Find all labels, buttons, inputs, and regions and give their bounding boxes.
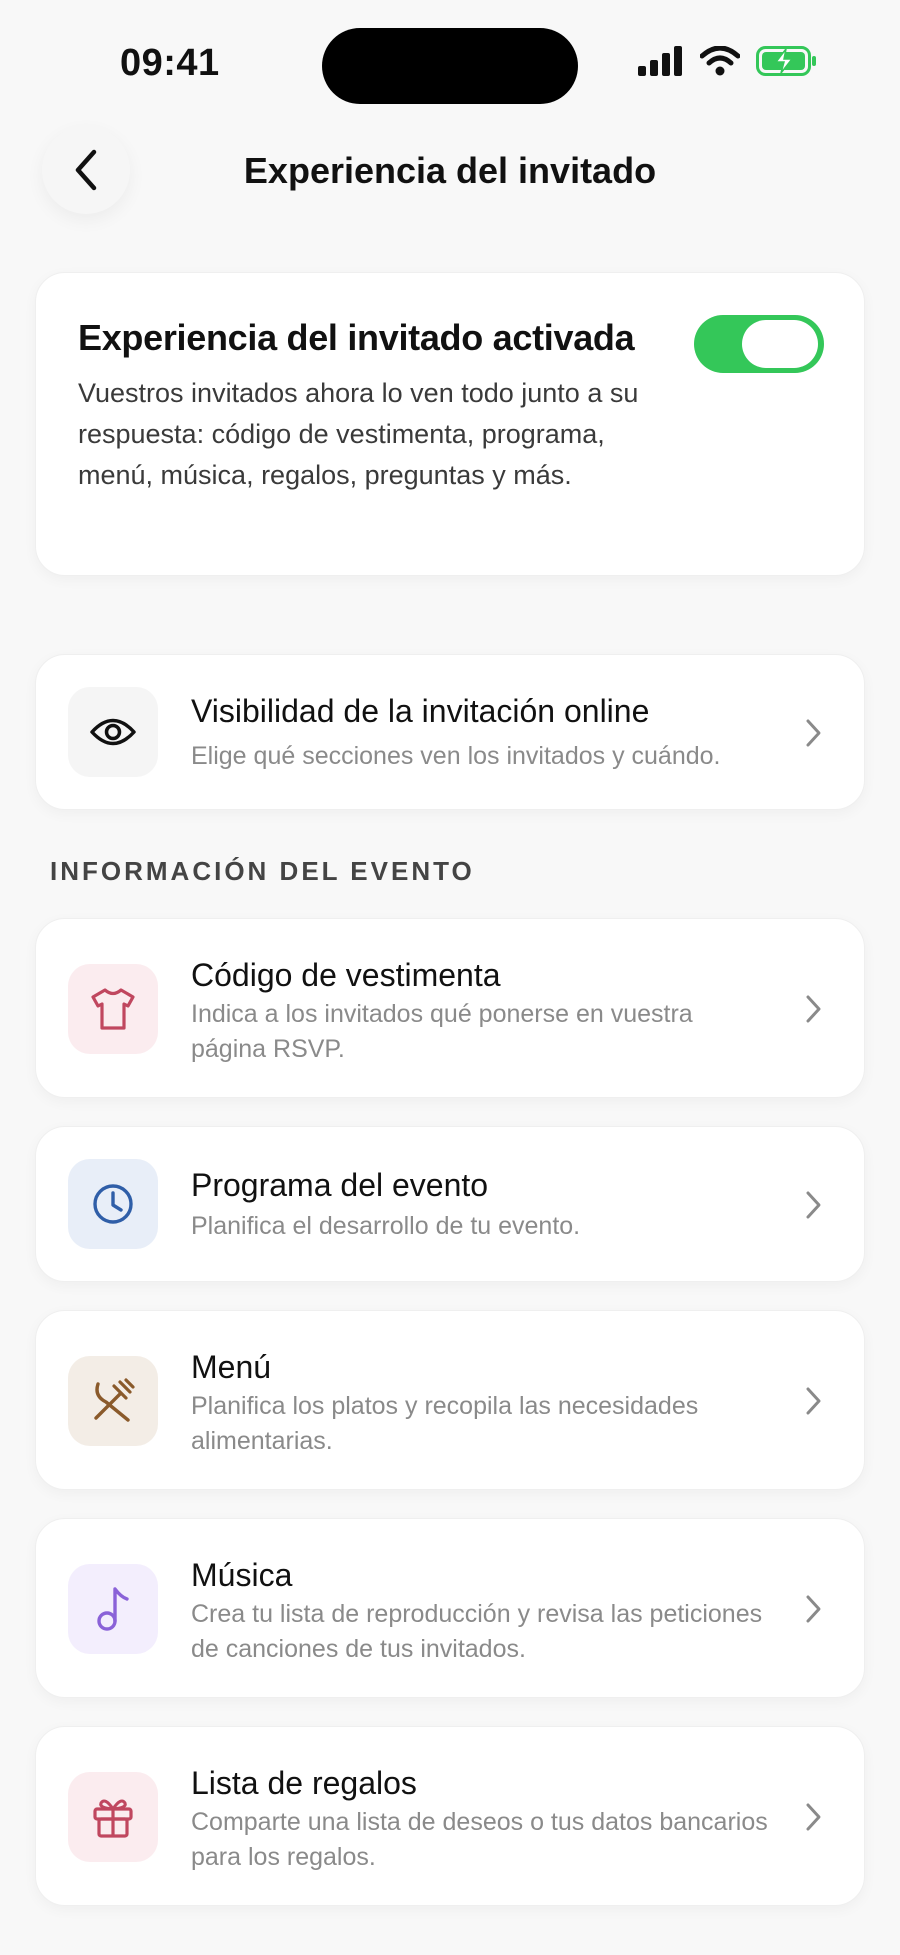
screen: 09:41 Experiencia del invitado Experienc… — [0, 0, 900, 1955]
signal-icon — [638, 46, 682, 76]
status-time: 09:41 — [120, 42, 220, 84]
list-item-dress-code[interactable]: Código de vestimenta Indica a los invita… — [35, 918, 865, 1098]
guest-experience-toggle[interactable] — [694, 315, 824, 373]
row-title: Música — [191, 1557, 293, 1593]
gifts-icon-tile — [68, 1772, 158, 1862]
list-item-program[interactable]: Programa del evento Planifica el desarro… — [35, 1126, 865, 1282]
chevron-right-icon — [806, 719, 821, 747]
wifi-icon — [700, 46, 740, 76]
row-title: Lista de regalos — [191, 1765, 417, 1801]
gift-icon — [93, 1799, 133, 1838]
row-subtitle: Planifica los platos y recopila las nece… — [191, 1392, 699, 1455]
guest-experience-card: Experiencia del invitado activada Vuestr… — [35, 272, 865, 576]
list-item-gifts[interactable]: Lista de regalos Comparte una lista de d… — [35, 1726, 865, 1906]
row-subtitle: Comparte una lista de deseos o tus datos… — [191, 1808, 768, 1871]
status-bar: 09:41 — [0, 0, 900, 120]
row-subtitle: Crea tu lista de reproducción y revisa l… — [191, 1600, 763, 1663]
visibility-icon-tile — [68, 687, 158, 777]
row-title: Código de vestimenta — [191, 957, 501, 993]
menu-icon-tile — [68, 1356, 158, 1446]
row-title: Programa del evento — [191, 1167, 489, 1203]
header: Experiencia del invitado — [0, 120, 900, 220]
music-icon-tile — [68, 1564, 158, 1654]
hero-description: Vuestros invitados ahora lo ven todo jun… — [78, 378, 639, 490]
chevron-right-icon — [806, 1595, 821, 1623]
row-subtitle: Elige qué secciones ven los invitados y … — [191, 742, 721, 770]
row-title: Menú — [191, 1349, 272, 1385]
chevron-right-icon — [806, 995, 821, 1023]
section-label: INFORMACIÓN DEL EVENTO — [50, 856, 475, 886]
row-subtitle: Planifica el desarrollo de tu evento. — [191, 1212, 581, 1240]
status-icons — [638, 46, 818, 76]
hero-title: Experiencia del invitado activada — [78, 317, 635, 358]
page-title: Experiencia del invitado — [243, 150, 657, 191]
utensils-icon — [94, 1378, 135, 1422]
visibility-row[interactable]: Visibilidad de la invitación online Elig… — [35, 654, 865, 810]
shirt-icon — [91, 988, 135, 1030]
dynamic-island — [322, 28, 578, 104]
eye-icon — [90, 718, 136, 746]
list-item-music[interactable]: Música Crea tu lista de reproducción y r… — [35, 1518, 865, 1698]
chevron-right-icon — [806, 1191, 821, 1219]
dress-code-icon-tile — [68, 964, 158, 1054]
toggle-knob — [742, 320, 818, 368]
list-item-menu[interactable]: Menú Planifica los platos y recopila las… — [35, 1310, 865, 1490]
battery-icon — [756, 46, 816, 76]
row-title: Visibilidad de la invitación online — [191, 693, 650, 729]
program-icon-tile — [68, 1159, 158, 1249]
clock-icon — [93, 1184, 133, 1224]
music-note-icon — [97, 1587, 129, 1631]
chevron-right-icon — [806, 1387, 821, 1415]
chevron-right-icon — [806, 1803, 821, 1831]
row-subtitle: Indica a los invitados qué ponerse en vu… — [191, 1000, 693, 1063]
